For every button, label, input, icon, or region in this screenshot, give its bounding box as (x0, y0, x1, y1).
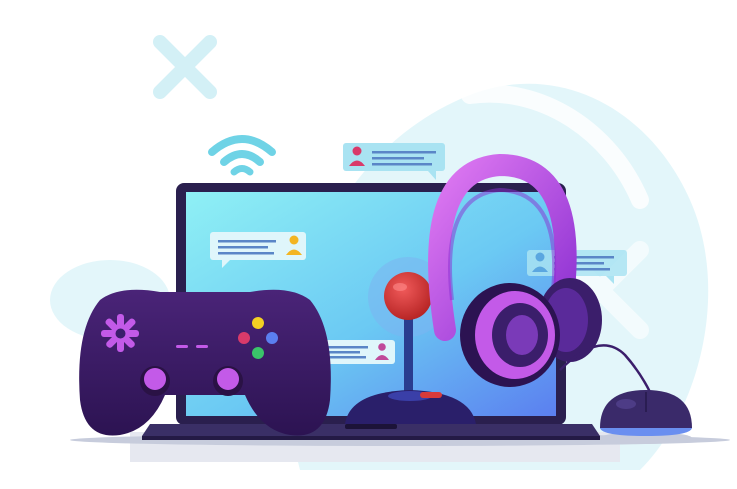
mouse-icon (600, 390, 692, 444)
gaming-illustration (50, 35, 730, 471)
x-mark-icon (153, 35, 217, 99)
wifi-icon (208, 135, 276, 176)
